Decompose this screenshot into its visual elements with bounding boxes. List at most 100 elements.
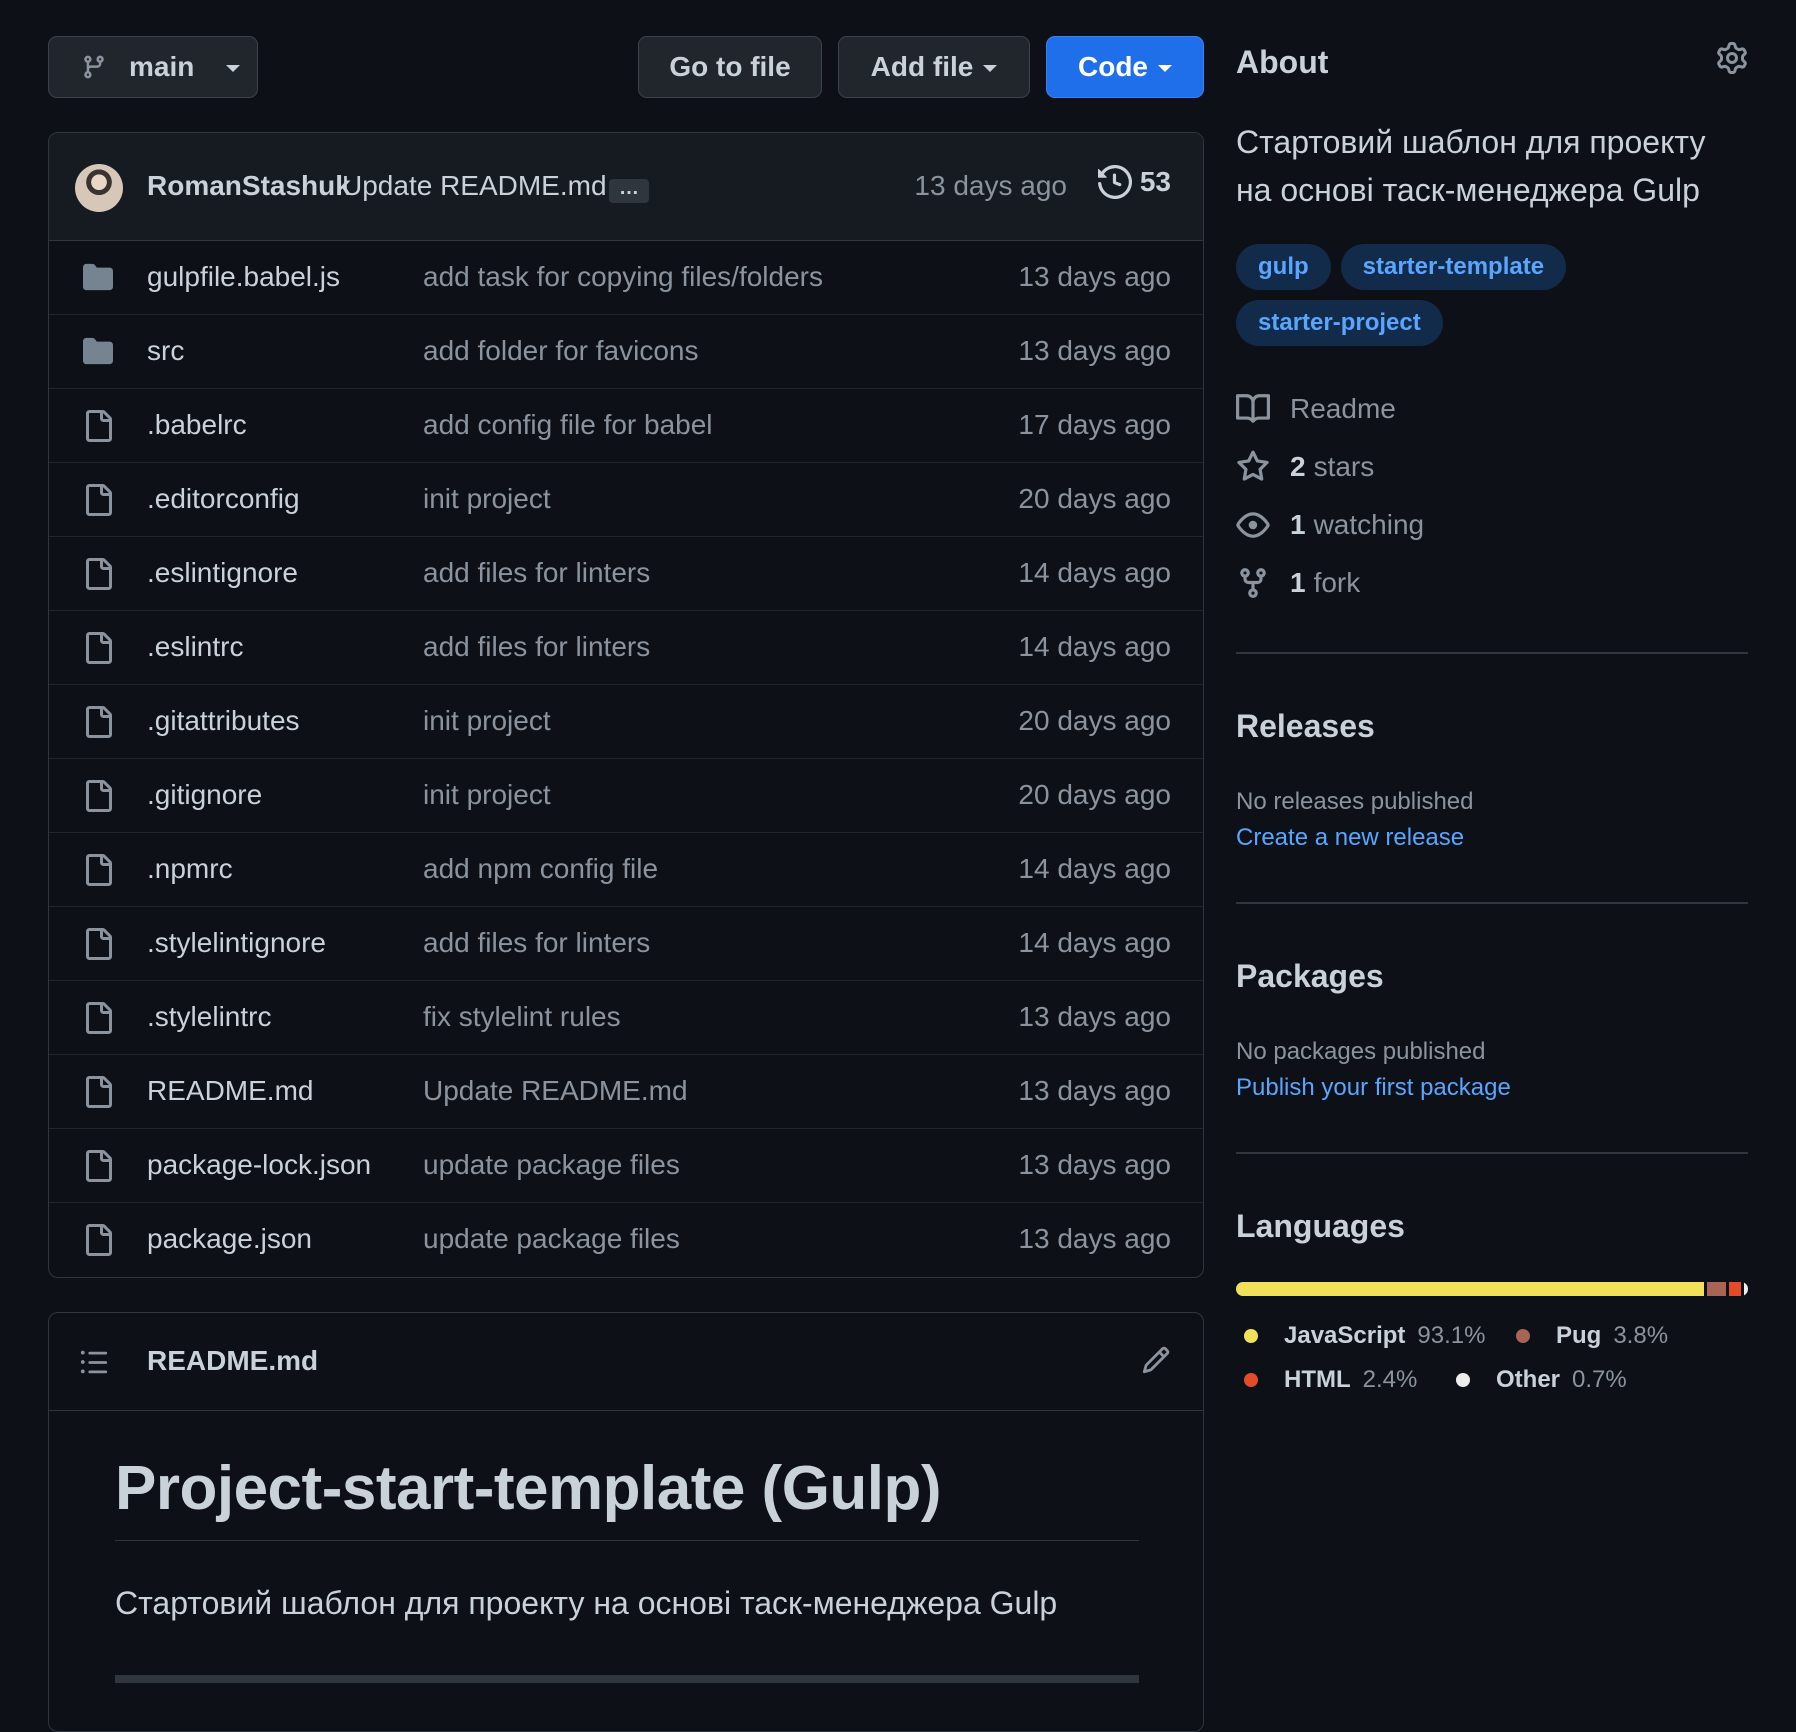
file-commit-message-link[interactable]: add files for linters (423, 631, 650, 663)
commit-author-link[interactable]: RomanStashuk (147, 170, 351, 202)
file-commit-time: 13 days ago (1018, 261, 1171, 292)
file-commit-time: 17 days ago (1018, 409, 1171, 440)
language-name: Pug (1556, 1322, 1602, 1349)
file-icon (81, 632, 115, 664)
readme-filename[interactable]: README.md (147, 1345, 318, 1377)
topic-starter-project[interactable]: starter-project (1236, 300, 1443, 346)
file-name-link[interactable]: .gitignore (147, 779, 262, 811)
file-rows: gulpfile.babel.js add task for copying fi… (49, 241, 1203, 1277)
file-name-link[interactable]: gulpfile.babel.js (147, 261, 340, 293)
watching-label: watching (1313, 509, 1425, 540)
releases-title[interactable]: Releases (1236, 708, 1375, 745)
file-row: package.json update package files 13 days … (49, 1203, 1203, 1277)
file-icon (81, 484, 115, 516)
commit-history-link[interactable]: 53 (1097, 165, 1171, 199)
file-commit-message-link[interactable]: init project (423, 483, 551, 515)
commit-expand-button[interactable]: … (609, 178, 649, 203)
file-row: .stylelintignore add files for linters 14 … (49, 907, 1203, 981)
languages-title: Languages (1236, 1208, 1405, 1244)
language-name: JavaScript (1284, 1322, 1406, 1349)
language-color-dot (1516, 1329, 1530, 1343)
file-icon (81, 410, 115, 442)
language-bar-segment (1236, 1282, 1705, 1296)
file-row: .eslintrc add files for linters 14 days ag… (49, 611, 1203, 685)
language-item[interactable]: Pug 3.8% (1516, 1322, 1668, 1350)
file-commit-time: 13 days ago (1018, 1223, 1171, 1254)
language-item[interactable]: JavaScript 93.1% (1244, 1322, 1485, 1350)
file-name-link[interactable]: .eslintignore (147, 557, 298, 589)
sidebar-divider (1236, 902, 1748, 904)
file-commit-message-link[interactable]: add npm config file (423, 853, 658, 885)
branch-label: main (129, 51, 195, 82)
file-commit-message-link[interactable]: Update README.md (423, 1075, 688, 1107)
readme-link[interactable]: Readme (1236, 392, 1396, 426)
folder-icon (81, 262, 115, 292)
language-bar-segment (1744, 1282, 1748, 1296)
file-icon (81, 558, 115, 590)
folder-icon (81, 336, 115, 366)
file-commit-message-link[interactable]: update package files (423, 1149, 680, 1181)
file-name-link[interactable]: package.json (147, 1223, 312, 1255)
publish-package-link[interactable]: Publish your first package (1236, 1074, 1511, 1102)
watching-count: 1 (1290, 509, 1306, 540)
file-commit-message-link[interactable]: init project (423, 705, 551, 737)
topic-gulp[interactable]: gulp (1236, 244, 1331, 290)
add-file-label: Add file (870, 51, 974, 82)
commit-count: 53 (1139, 166, 1171, 197)
file-name-link[interactable]: .eslintrc (147, 631, 243, 663)
add-file-button[interactable]: Add file (838, 36, 1030, 98)
file-commit-time: 14 days ago (1018, 631, 1171, 662)
language-item[interactable]: HTML 2.4% (1244, 1366, 1417, 1394)
file-icon (81, 1150, 115, 1182)
commit-time[interactable]: 13 days ago (914, 170, 1067, 202)
language-color-dot (1244, 1373, 1258, 1387)
watching-link[interactable]: 1 watching (1236, 508, 1424, 542)
code-button[interactable]: Code (1046, 36, 1204, 98)
file-commit-message-link[interactable]: add files for linters (423, 557, 650, 589)
file-name-link[interactable]: .editorconfig (147, 483, 300, 515)
pencil-icon[interactable] (1141, 1345, 1171, 1375)
file-name-link[interactable]: src (147, 335, 184, 367)
file-commit-message-link[interactable]: update package files (423, 1223, 680, 1255)
language-item[interactable]: Other 0.7% (1456, 1366, 1627, 1394)
file-commit-message-link[interactable]: init project (423, 779, 551, 811)
language-bar-segment (1729, 1282, 1742, 1296)
file-row: .editorconfig init project 20 days ago (49, 463, 1203, 537)
branch-select-button[interactable]: main (48, 36, 258, 98)
file-icon (81, 1002, 115, 1034)
file-name-link[interactable]: .gitattributes (147, 705, 300, 737)
code-label: Code (1078, 51, 1148, 82)
file-row: src add folder for favicons 13 days ago (49, 315, 1203, 389)
topics-list: gulp starter-template starter-project (1236, 244, 1748, 346)
file-commit-message-link[interactable]: add files for linters (423, 927, 650, 959)
language-percent: 3.8% (1613, 1322, 1669, 1349)
file-row: .eslintignore add files for linters 14 day… (49, 537, 1203, 611)
file-name-link[interactable]: package-lock.json (147, 1149, 371, 1181)
file-commit-message-link[interactable]: add config file for babel (423, 409, 713, 441)
sidebar-divider (1236, 652, 1748, 654)
file-commit-message-link[interactable]: add task for copying files/folders (423, 261, 823, 293)
file-name-link[interactable]: .npmrc (147, 853, 233, 885)
go-to-file-button[interactable]: Go to file (638, 36, 822, 98)
forks-link[interactable]: 1 fork (1236, 566, 1360, 600)
file-commit-message-link[interactable]: add folder for favicons (423, 335, 699, 367)
stars-link[interactable]: 2 stars (1236, 450, 1374, 484)
file-name-link[interactable]: .stylelintignore (147, 927, 326, 959)
author-avatar[interactable] (75, 164, 123, 212)
gear-icon[interactable] (1716, 42, 1748, 74)
fork-label: fork (1313, 567, 1361, 598)
file-icon (81, 854, 115, 886)
readme-header: README.md (49, 1313, 1203, 1411)
topic-starter-template[interactable]: starter-template (1340, 244, 1567, 290)
file-name-link[interactable]: README.md (147, 1075, 313, 1107)
file-commit-message-link[interactable]: fix stylelint rules (423, 1001, 621, 1033)
commit-message-link[interactable]: Update README.md (342, 170, 607, 202)
list-unordered-icon[interactable] (79, 1347, 109, 1377)
file-name-link[interactable]: .stylelintrc (147, 1001, 271, 1033)
create-release-link[interactable]: Create a new release (1236, 824, 1464, 852)
eye-icon (1236, 508, 1270, 542)
file-name-link[interactable]: .babelrc (147, 409, 247, 441)
language-bar-segment (1707, 1282, 1727, 1296)
about-description: Стартовий шаблон для проекту на основі т… (1236, 124, 1706, 208)
packages-title[interactable]: Packages (1236, 958, 1384, 995)
